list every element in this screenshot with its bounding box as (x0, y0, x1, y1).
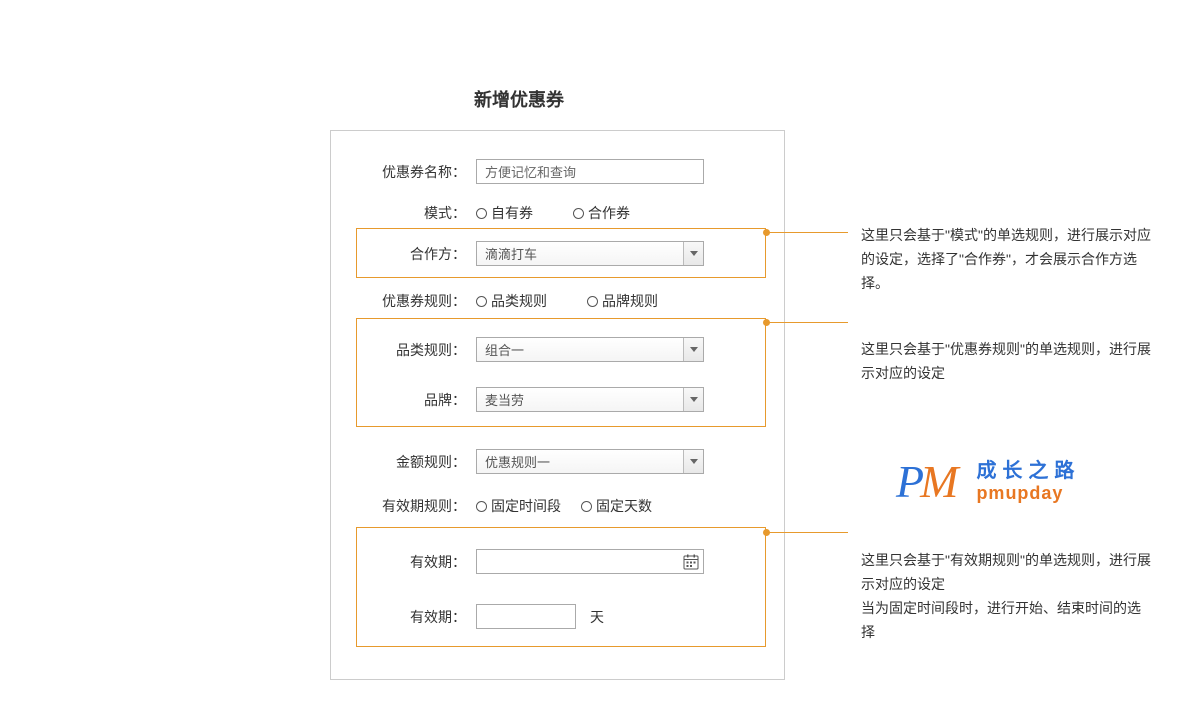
dropdown-value: 滴滴打车 (485, 244, 537, 263)
dropdown-brand[interactable]: 麦当劳 (476, 387, 704, 412)
radio-label: 自有券 (491, 203, 533, 223)
label-validity-rule: 有效期规则： (331, 496, 476, 516)
logo-pmupday: PM 成长之路 pmupday (896, 455, 1080, 508)
radio-validity-days[interactable]: 固定天数 (581, 496, 652, 516)
label-days-unit: 天 (590, 607, 604, 627)
radio-icon (587, 296, 598, 307)
radio-label: 合作券 (588, 203, 630, 223)
label-brand: 品牌： (331, 390, 476, 410)
pointer-line (768, 532, 848, 533)
label-mode: 模式： (331, 203, 476, 223)
radio-validity-period[interactable]: 固定时间段 (476, 496, 561, 516)
calendar-icon (683, 554, 699, 570)
radio-icon (573, 208, 584, 219)
pointer-line (768, 322, 848, 323)
annotation-coupon-rule: 这里只会基于"优惠券规则"的单选规则，进行展示对应的设定 (861, 337, 1151, 385)
dropdown-category-rule[interactable]: 组合一 (476, 337, 704, 362)
radio-rule-brand[interactable]: 品牌规则 (587, 291, 658, 311)
annotation-validity: 这里只会基于"有效期规则"的单选规则，进行展示对应的设定 当为固定时间段时，进行… (861, 548, 1151, 644)
radio-label: 品类规则 (491, 291, 547, 311)
input-validity-date[interactable] (476, 549, 704, 574)
label-validity-date: 有效期： (331, 552, 476, 572)
label-coupon-rule: 优惠券规则： (331, 291, 476, 311)
radio-mode-own[interactable]: 自有券 (476, 203, 533, 223)
page-title: 新增优惠券 (474, 86, 564, 112)
dropdown-amount-rule[interactable]: 优惠规则一 (476, 449, 704, 474)
label-partner: 合作方： (331, 244, 476, 264)
radio-mode-partner[interactable]: 合作券 (573, 203, 630, 223)
logo-english: pmupday (976, 482, 1080, 504)
radio-rule-category[interactable]: 品类规则 (476, 291, 547, 311)
dropdown-value: 优惠规则一 (485, 452, 550, 471)
label-coupon-name: 优惠券名称： (331, 162, 476, 182)
dropdown-value: 麦当劳 (485, 390, 524, 409)
radio-icon (581, 501, 592, 512)
input-coupon-name[interactable] (476, 159, 704, 184)
logo-letter-m: M (920, 456, 958, 507)
pointer-line (768, 232, 848, 233)
dropdown-value: 组合一 (485, 340, 524, 359)
dropdown-partner[interactable]: 滴滴打车 (476, 241, 704, 266)
radio-label: 固定时间段 (491, 496, 561, 516)
logo-chinese: 成长之路 (976, 460, 1080, 482)
chevron-down-icon (683, 338, 703, 361)
highlight-validity (356, 527, 766, 647)
form-panel: 优惠券名称： 模式： 自有券 合作券 合作方： 滴滴打车 优惠券规则： (330, 130, 785, 680)
label-category-rule: 品类规则： (331, 340, 476, 360)
input-validity-days[interactable] (476, 604, 576, 629)
radio-icon (476, 296, 487, 307)
label-amount-rule: 金额规则： (331, 452, 476, 472)
chevron-down-icon (683, 242, 703, 265)
annotation-mode: 这里只会基于"模式"的单选规则，进行展示对应的设定，选择了"合作券"，才会展示合… (861, 223, 1151, 295)
chevron-down-icon (683, 388, 703, 411)
chevron-down-icon (683, 450, 703, 473)
label-validity-days: 有效期： (331, 607, 476, 627)
radio-icon (476, 501, 487, 512)
radio-label: 固定天数 (596, 496, 652, 516)
radio-label: 品牌规则 (602, 291, 658, 311)
radio-icon (476, 208, 487, 219)
